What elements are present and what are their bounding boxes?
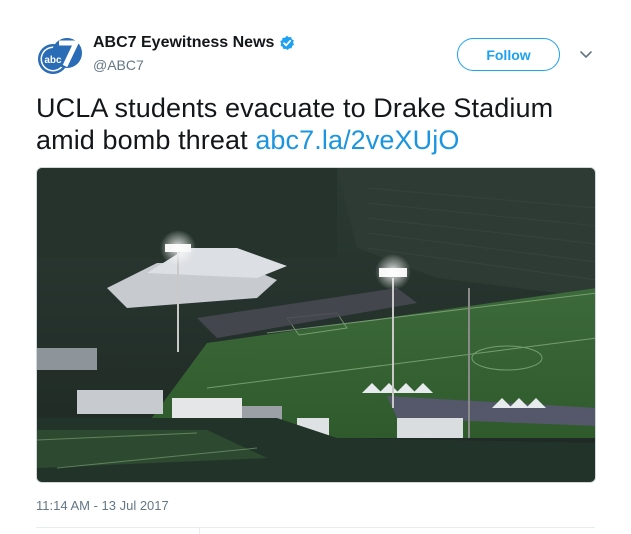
tweet-timestamp[interactable]: 11:14 AM - 13 Jul 2017 bbox=[36, 498, 169, 513]
chevron-down-icon[interactable] bbox=[578, 46, 594, 62]
author-block[interactable]: ABC7 Eyewitness News @ABC7 bbox=[93, 32, 295, 73]
tweet-photo[interactable] bbox=[36, 167, 596, 483]
divider-tick bbox=[199, 527, 200, 534]
user-handle[interactable]: @ABC7 bbox=[93, 57, 295, 73]
tweet-link[interactable]: abc7.la/2veXUjO bbox=[255, 125, 459, 155]
verified-badge-icon bbox=[280, 35, 295, 50]
tweet-card: abc ABC7 Eyewitness News @ABC7 Follow UC… bbox=[0, 0, 631, 534]
display-name[interactable]: ABC7 Eyewitness News bbox=[93, 34, 274, 52]
avatar-text: abc bbox=[44, 55, 62, 66]
divider bbox=[36, 527, 595, 528]
avatar[interactable]: abc bbox=[36, 36, 82, 82]
follow-button[interactable]: Follow bbox=[457, 38, 560, 71]
tweet-text: UCLA students evacuate to Drake Stadium … bbox=[36, 92, 606, 156]
